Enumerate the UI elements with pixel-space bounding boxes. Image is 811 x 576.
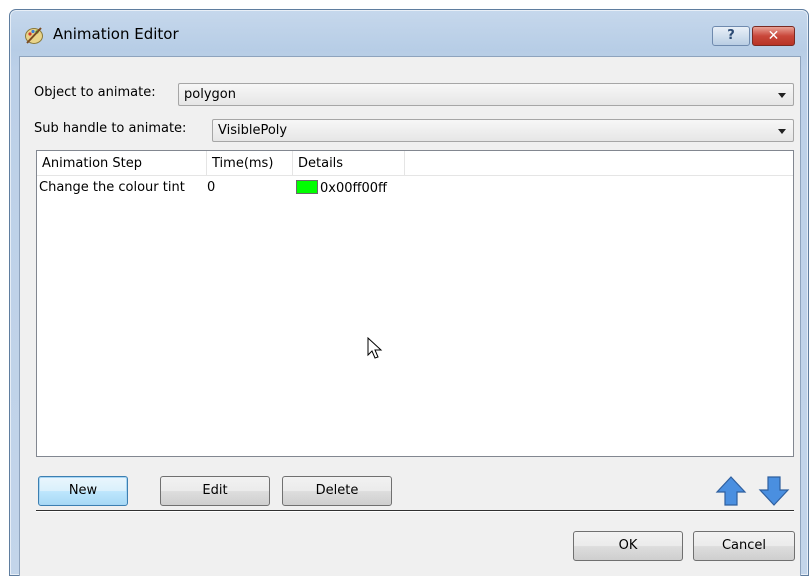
- color-swatch: [296, 180, 318, 194]
- arrow-up-icon[interactable]: [715, 475, 747, 507]
- close-button[interactable]: ✕: [752, 26, 795, 46]
- dialog-client-area: Object to animate: polygon Sub handle to…: [19, 56, 801, 576]
- delete-button[interactable]: Delete: [282, 476, 392, 506]
- arrow-down-icon[interactable]: [758, 475, 790, 507]
- cancel-button[interactable]: Cancel: [693, 531, 795, 561]
- palette-icon: [25, 27, 43, 44]
- subhandle-label: Sub handle to animate:: [34, 121, 187, 136]
- edit-button[interactable]: Edit: [160, 476, 270, 506]
- subhandle-select[interactable]: VisiblePoly: [212, 119, 794, 142]
- time-cell: 0: [207, 180, 216, 195]
- mouse-cursor-icon: [367, 337, 383, 359]
- help-button[interactable]: ?: [712, 26, 750, 46]
- column-header-details[interactable]: Details: [293, 151, 405, 176]
- column-header-time[interactable]: Time(ms): [207, 151, 293, 176]
- column-header-step[interactable]: Animation Step: [37, 151, 207, 176]
- chevron-down-icon: [778, 129, 786, 134]
- list-item[interactable]: Change the colour tint 0 0x00ff00ff: [37, 178, 793, 198]
- animation-editor-window: Animation Editor ? ✕ Object to animate: …: [9, 9, 809, 576]
- new-button[interactable]: New: [38, 476, 128, 506]
- window-title: Animation Editor: [53, 25, 179, 43]
- subhandle-select-value: VisiblePoly: [218, 123, 288, 138]
- ok-button[interactable]: OK: [573, 531, 683, 561]
- details-value: 0x00ff00ff: [320, 181, 387, 196]
- list-header: Animation Step Time(ms) Details: [37, 151, 793, 176]
- object-select[interactable]: polygon: [178, 83, 794, 106]
- object-select-value: polygon: [184, 87, 236, 102]
- chevron-down-icon: [778, 93, 786, 98]
- details-cell: 0x00ff00ff: [296, 180, 387, 196]
- help-icon: ?: [727, 28, 735, 43]
- animation-steps-list[interactable]: Animation Step Time(ms) Details Change t…: [36, 150, 794, 457]
- title-bar: Animation Editor ? ✕: [10, 10, 808, 56]
- close-icon: ✕: [767, 28, 780, 44]
- step-cell: Change the colour tint: [39, 180, 185, 195]
- separator: [36, 510, 794, 512]
- object-label: Object to animate:: [34, 85, 156, 100]
